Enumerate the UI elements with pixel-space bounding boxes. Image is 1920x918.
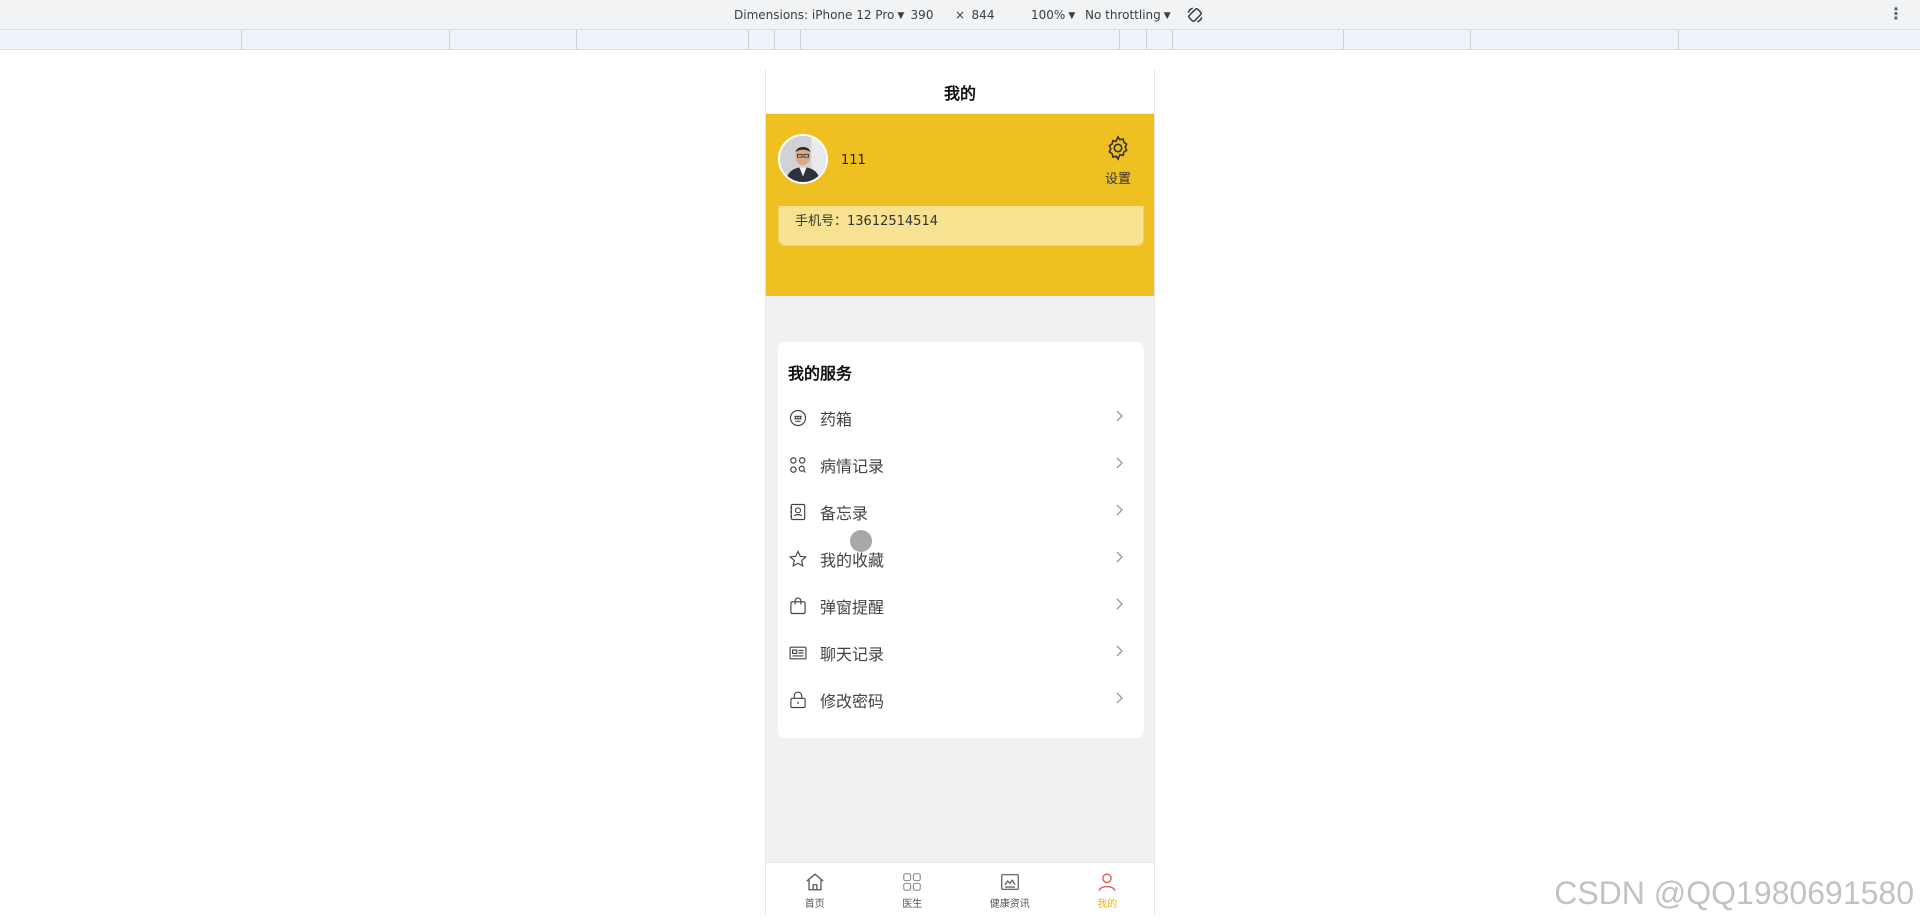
- chevron-right-icon: [1116, 645, 1123, 657]
- watermark: CSDN @QQ1980691580: [1554, 875, 1914, 911]
- zoom-dropdown[interactable]: 100% ▼: [1031, 8, 1075, 22]
- service-label: 病情记录: [820, 456, 885, 476]
- service-label: 弹窗提醒: [820, 597, 885, 617]
- service-label: 修改密码: [820, 691, 885, 711]
- ruler-tick: [800, 30, 801, 50]
- caret-down-icon: ▼: [1163, 11, 1171, 21]
- throttling-dropdown[interactable]: No throttling ▼: [1085, 8, 1171, 22]
- media-query-ruler: [0, 30, 1920, 50]
- ruler-tick: [449, 30, 450, 50]
- service-label: 备忘录: [820, 503, 869, 523]
- chevron-right-icon: [1116, 457, 1123, 469]
- avatar-photo: [780, 136, 826, 182]
- settings-label: 设置: [1104, 172, 1131, 187]
- rotate-icon[interactable]: [1186, 6, 1204, 24]
- zoom-label: 100%: [1031, 8, 1066, 22]
- chevron-right-icon: [1116, 504, 1123, 516]
- viewport-height-input[interactable]: 844: [958, 8, 1008, 22]
- tab-label: 健康资讯: [989, 899, 1030, 910]
- more-options-icon[interactable]: ⋮: [1888, 6, 1904, 22]
- ruler-tick: [748, 30, 749, 50]
- device-dimensions-label: Dimensions: iPhone 12 Pro: [734, 8, 895, 22]
- lock-icon: [788, 690, 808, 710]
- username: 111: [841, 153, 866, 168]
- memo-icon: [788, 502, 808, 522]
- service-item-chat-record[interactable]: 聊天记录: [778, 629, 1144, 676]
- throttling-label: No throttling: [1085, 8, 1161, 22]
- service-item-memo[interactable]: 备忘录: [778, 488, 1144, 535]
- page-title: 我的: [766, 70, 1154, 114]
- service-item-condition-record[interactable]: 病情记录: [778, 441, 1144, 488]
- tab-health-news[interactable]: 健康资讯: [961, 863, 1059, 914]
- settings-button[interactable]: 设置: [1100, 134, 1136, 187]
- ruler-tick: [1146, 30, 1147, 50]
- service-label: 药箱: [820, 409, 853, 429]
- tab-label: 我的: [1097, 899, 1118, 910]
- ruler-tick: [1470, 30, 1471, 50]
- tab-label: 医生: [902, 899, 923, 910]
- touch-cursor: [850, 530, 872, 552]
- my-services-card: 我的服务 药箱 病情记录 备忘录 我的收藏 弹窗提醒 聊天记录 修改密码: [778, 342, 1144, 738]
- tab-mine[interactable]: 我的: [1059, 863, 1155, 914]
- chat-record-icon: [788, 643, 808, 663]
- caret-down-icon: ▼: [1068, 11, 1076, 21]
- phone-info-card: 手机号：13612514514: [778, 206, 1144, 246]
- ruler-tick: [1343, 30, 1344, 50]
- device-dimensions-dropdown[interactable]: Dimensions: iPhone 12 Pro ▼: [734, 8, 904, 22]
- ruler-tick: [1172, 30, 1173, 50]
- profile-header: 111 设置 手机号：13612514514: [766, 114, 1154, 296]
- service-item-change-password[interactable]: 修改密码: [778, 676, 1144, 723]
- user-icon: [1098, 873, 1116, 891]
- services-list: 药箱 病情记录 备忘录 我的收藏 弹窗提醒 聊天记录 修改密码: [778, 394, 1144, 723]
- medicine-box-icon: [788, 408, 808, 428]
- avatar[interactable]: [778, 134, 828, 184]
- ruler-tick: [1119, 30, 1120, 50]
- ruler-tick: [774, 30, 775, 50]
- tab-doctor[interactable]: 医生: [864, 863, 962, 914]
- service-item-popup-reminder[interactable]: 弹窗提醒: [778, 582, 1144, 629]
- service-item-favorites[interactable]: 我的收藏: [778, 535, 1144, 582]
- viewport-width-input[interactable]: 390: [897, 8, 947, 22]
- service-label: 聊天记录: [820, 644, 885, 664]
- tab-label: 首页: [804, 899, 825, 910]
- ruler-tick: [576, 30, 577, 50]
- gear-icon: [1108, 135, 1128, 161]
- news-icon: [1000, 874, 1019, 890]
- ruler-tick: [241, 30, 242, 50]
- service-label: 我的收藏: [820, 550, 885, 570]
- bottom-tab-bar: 首页 医生 健康资讯 我的: [766, 862, 1155, 914]
- chevron-right-icon: [1116, 598, 1123, 610]
- tab-home[interactable]: 首页: [766, 863, 864, 914]
- chevron-right-icon: [1116, 410, 1123, 422]
- service-item-medicine-box[interactable]: 药箱: [778, 394, 1144, 441]
- chevron-right-icon: [1116, 551, 1123, 563]
- services-title: 我的服务: [788, 364, 853, 383]
- phone-viewport: 我的 111 设置 手机号：13612514514 我的服务 药箱 病情记录 备…: [765, 70, 1155, 914]
- star-icon: [788, 549, 808, 569]
- ruler-tick: [1678, 30, 1679, 50]
- grid-icon: [903, 873, 922, 891]
- chevron-right-icon: [1116, 692, 1123, 704]
- devtools-device-toolbar: Dimensions: iPhone 12 Pro ▼ 390 × 844 100…: [0, 0, 1920, 30]
- home-icon: [806, 873, 824, 891]
- bag-icon: [788, 596, 808, 616]
- phone-number: 手机号：13612514514: [795, 214, 938, 229]
- condition-record-icon: [788, 455, 808, 475]
